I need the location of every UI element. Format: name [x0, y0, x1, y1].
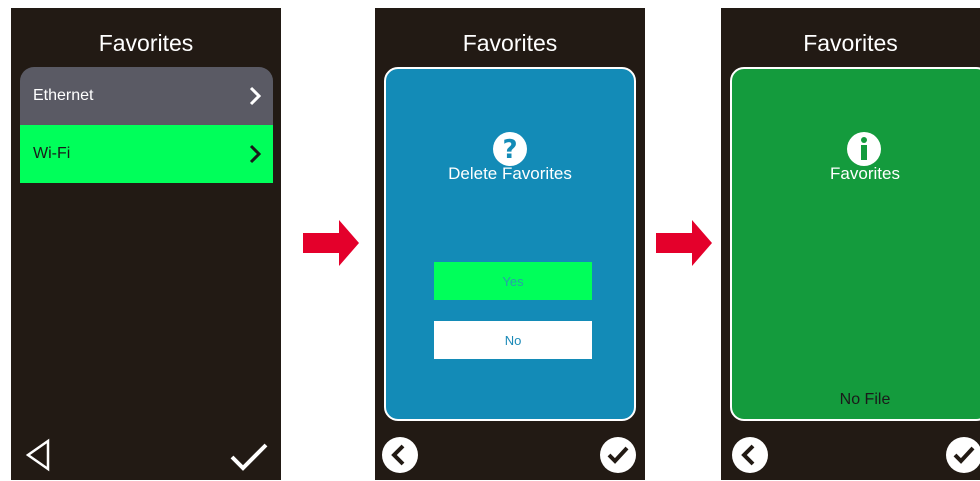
confirm-dialog: ? Delete Favorites Yes No	[384, 67, 636, 421]
no-button[interactable]: No	[434, 321, 592, 359]
check-circle-icon[interactable]	[599, 436, 637, 474]
chevron-right-icon	[249, 86, 261, 106]
dialog-message: Favorites	[830, 164, 900, 183]
list-item-wifi[interactable]: Wi-Fi	[20, 125, 273, 183]
favorites-info-screen: Favorites Favorites No File	[721, 8, 980, 480]
chevron-right-icon	[249, 144, 261, 164]
favorites-list: Ethernet Wi-Fi	[20, 67, 273, 183]
question-icon: ?	[493, 132, 527, 166]
checkmark-icon[interactable]	[229, 442, 269, 472]
check-circle-icon[interactable]	[945, 436, 980, 474]
status-text: No File	[839, 391, 891, 408]
delete-favorites-screen: Favorites ? Delete Favorites Yes No	[375, 8, 645, 480]
list-item-label: Wi-Fi	[33, 145, 71, 162]
svg-text:?: ?	[502, 135, 517, 165]
back-triangle-icon[interactable]	[25, 438, 51, 472]
favorites-list-screen: Favorites Ethernet Wi-Fi	[11, 8, 281, 480]
back-circle-icon[interactable]	[381, 436, 419, 474]
yes-button[interactable]: Yes	[434, 262, 592, 300]
page-title: Favorites	[803, 30, 898, 56]
arrow-right-icon	[303, 220, 359, 266]
dialog-message: Delete Favorites	[448, 164, 572, 183]
list-item-ethernet[interactable]: Ethernet	[20, 67, 273, 125]
info-icon	[847, 132, 881, 166]
arrow-right-icon	[656, 220, 712, 266]
list-item-label: Ethernet	[33, 87, 94, 104]
page-title: Favorites	[98, 30, 194, 56]
back-circle-icon[interactable]	[731, 436, 769, 474]
info-dialog: Favorites No File	[730, 67, 980, 421]
page-title: Favorites	[462, 30, 558, 56]
